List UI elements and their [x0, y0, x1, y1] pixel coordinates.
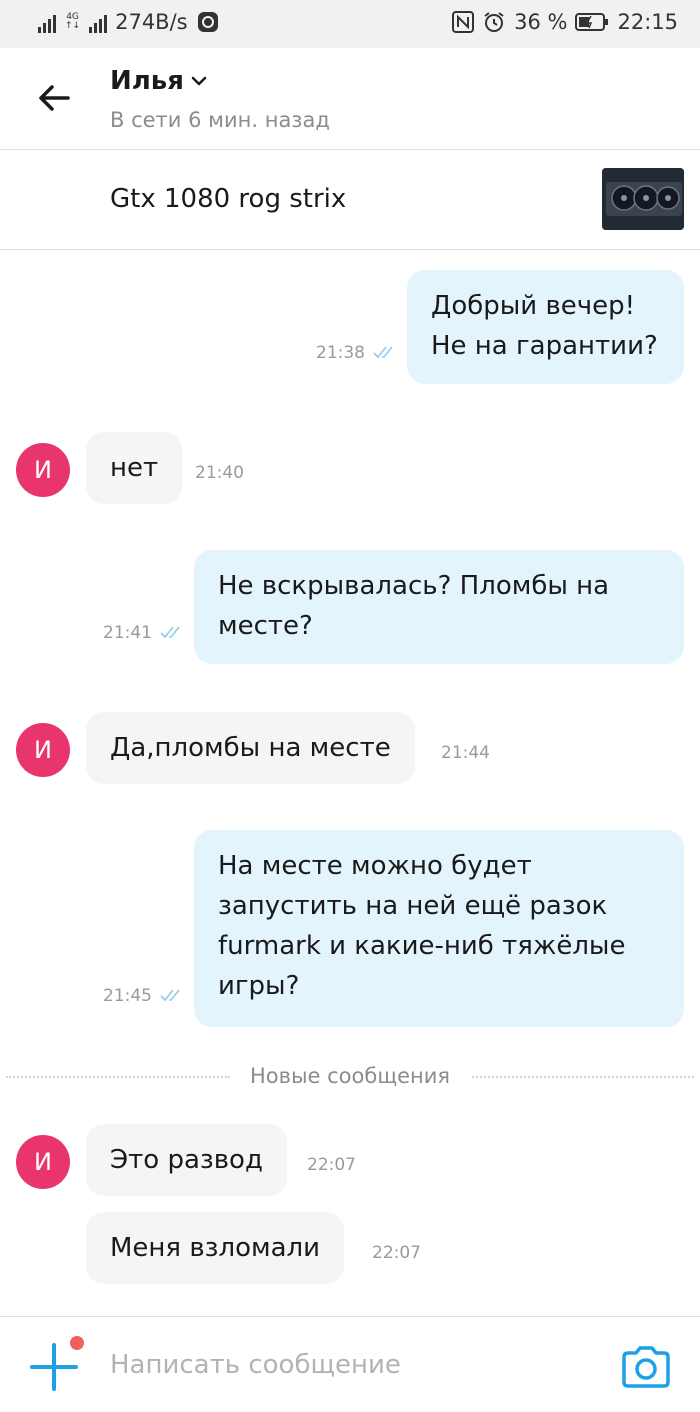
message-bubble: На месте можно будет запустить на ней ещ…: [194, 830, 684, 1027]
message-input[interactable]: [110, 1345, 590, 1385]
message-bubble: Меня взломали: [86, 1212, 345, 1284]
divider-line: [472, 1076, 694, 1078]
message-time: 21:45: [103, 986, 152, 1006]
message-time: 21:41: [103, 623, 152, 643]
message-composer: [0, 1316, 700, 1412]
avatar[interactable]: И: [16, 1135, 70, 1189]
signal-icon-2: [89, 11, 108, 33]
clock: 22:15: [617, 10, 678, 34]
message-time: 22:07: [307, 1155, 356, 1175]
app-notification-icon: [197, 12, 218, 32]
avatar[interactable]: И: [16, 723, 70, 777]
message-bubble: Не вскрывалась? Пломбы на месте?: [194, 550, 684, 664]
message-bubble: нет: [86, 432, 183, 504]
message-bubble: Да,пломбы на месте: [86, 712, 415, 784]
contact-name: Илья: [110, 66, 184, 96]
message-bubble: Это развод: [86, 1124, 287, 1196]
read-ticks-icon: [373, 346, 393, 359]
chevron-down-icon: [191, 76, 207, 86]
attach-button[interactable]: [28, 1336, 84, 1393]
new-messages-divider: Новые сообщения: [0, 1062, 700, 1092]
message-time: 21:38: [316, 343, 365, 363]
message-bubble: Добрый вечер! Не на гарантии?: [407, 270, 684, 384]
listing-title: Gtx 1080 rog strix: [110, 184, 347, 214]
notification-dot: [70, 1336, 84, 1350]
contact-name-dropdown[interactable]: Илья: [110, 66, 208, 96]
network-type-label: 4G ↑↓: [65, 12, 81, 31]
back-arrow-icon[interactable]: [34, 78, 74, 118]
read-ticks-icon: [160, 989, 180, 1002]
battery-percent: 36 %: [514, 10, 568, 34]
listing-bar[interactable]: Gtx 1080 rog strix: [0, 150, 700, 250]
alarm-icon: [484, 12, 504, 32]
nfc-icon: [452, 11, 475, 33]
graphics-card-image: [602, 168, 684, 230]
camera-icon[interactable]: [620, 1345, 672, 1389]
avatar[interactable]: И: [16, 443, 70, 497]
last-seen-status: В сети 6 мин. назад: [110, 108, 330, 132]
message-time: 22:07: [372, 1243, 421, 1263]
network-speed: 274B/s: [115, 10, 188, 34]
signal-icon: [38, 11, 56, 33]
status-bar: 4G ↑↓ 274B/s 36 % 22:15: [0, 0, 700, 48]
message-time: 21:44: [441, 743, 490, 763]
listing-thumbnail[interactable]: [602, 168, 684, 230]
message-time: 21:40: [195, 463, 244, 483]
read-ticks-icon: [160, 626, 180, 639]
chat-header: Илья В сети 6 мин. назад: [0, 48, 700, 150]
battery-icon: [575, 13, 609, 31]
